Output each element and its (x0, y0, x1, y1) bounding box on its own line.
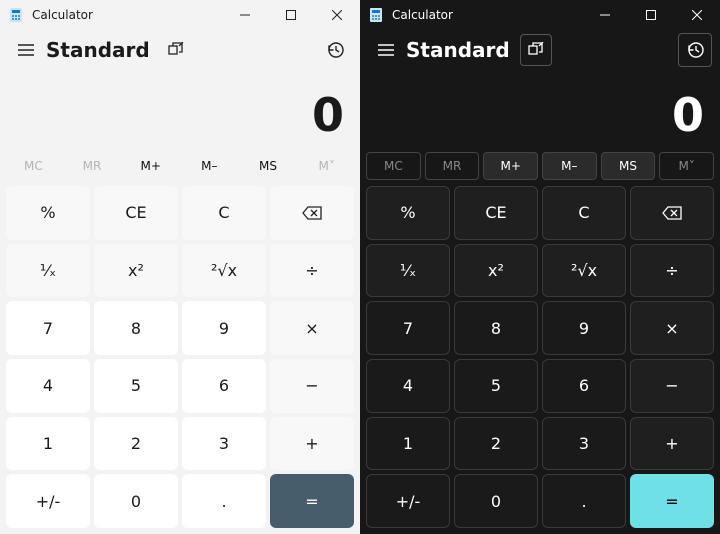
titlebar: Calculator (0, 0, 360, 30)
digit-1-button[interactable]: 1 (366, 417, 450, 471)
digit-2-button[interactable]: 2 (94, 417, 178, 471)
history-icon[interactable] (318, 33, 352, 67)
equals-button[interactable]: = (630, 474, 714, 528)
digit-7-button[interactable]: 7 (366, 301, 450, 355)
digit-5-button[interactable]: 5 (454, 359, 538, 413)
keypad: % CE C ¹⁄ₓ x² ²√x ÷ 7 8 9 × 4 5 6 − 1 2 … (360, 186, 720, 534)
backspace-button[interactable] (630, 186, 714, 240)
maximize-button[interactable] (268, 0, 314, 30)
history-icon[interactable] (678, 33, 712, 67)
memory-sub-button[interactable]: M– (542, 152, 597, 180)
equals-button[interactable]: = (270, 474, 354, 528)
reciprocal-button[interactable]: ¹⁄ₓ (366, 244, 450, 298)
memory-store-button[interactable]: MS (241, 152, 296, 180)
clear-entry-button[interactable]: CE (454, 186, 538, 240)
clear-button[interactable]: C (182, 186, 266, 240)
divide-button[interactable]: ÷ (630, 244, 714, 298)
calculator-window-dark: Calculator Standard 0 MC MR M+ M– MS M˅ … (360, 0, 720, 534)
memory-list-button[interactable]: M˅ (299, 152, 354, 180)
backspace-icon (302, 206, 322, 220)
sqrt-button[interactable]: ²√x (542, 244, 626, 298)
digit-6-button[interactable]: 6 (542, 359, 626, 413)
digit-0-button[interactable]: 0 (94, 474, 178, 528)
multiply-button[interactable]: × (270, 301, 354, 355)
digit-3-button[interactable]: 3 (182, 417, 266, 471)
digit-8-button[interactable]: 8 (94, 301, 178, 355)
memory-add-button[interactable]: M+ (123, 152, 178, 180)
digit-0-button[interactable]: 0 (454, 474, 538, 528)
digit-6-button[interactable]: 6 (182, 359, 266, 413)
memory-clear-button[interactable]: MC (6, 152, 61, 180)
digit-9-button[interactable]: 9 (182, 301, 266, 355)
memory-clear-button[interactable]: MC (366, 152, 421, 180)
sqrt-button[interactable]: ²√x (182, 244, 266, 298)
percent-button[interactable]: % (366, 186, 450, 240)
memory-recall-button[interactable]: MR (425, 152, 480, 180)
app-title: Calculator (392, 8, 453, 22)
reciprocal-button[interactable]: ¹⁄ₓ (6, 244, 90, 298)
subtract-button[interactable]: − (630, 359, 714, 413)
memory-add-button[interactable]: M+ (483, 152, 538, 180)
negate-button[interactable]: +/- (366, 474, 450, 528)
calculator-window-light: Calculator Standard 0 MC MR M+ M– MS M˅ … (0, 0, 360, 534)
backspace-button[interactable] (270, 186, 354, 240)
digit-4-button[interactable]: 4 (366, 359, 450, 413)
digit-2-button[interactable]: 2 (454, 417, 538, 471)
mode-label: Standard (46, 38, 150, 62)
clear-entry-button[interactable]: CE (94, 186, 178, 240)
calculator-app-icon (8, 7, 24, 23)
close-button[interactable] (674, 0, 720, 30)
square-button[interactable]: x² (94, 244, 178, 298)
result-display: 0 (360, 70, 720, 152)
always-on-top-icon[interactable] (520, 34, 552, 66)
header: Standard (0, 30, 360, 70)
maximize-button[interactable] (628, 0, 674, 30)
calculator-app-icon (368, 7, 384, 23)
decimal-button[interactable]: . (182, 474, 266, 528)
header: Standard (360, 30, 720, 70)
subtract-button[interactable]: − (270, 359, 354, 413)
divide-button[interactable]: ÷ (270, 244, 354, 298)
digit-9-button[interactable]: 9 (542, 301, 626, 355)
memory-row: MC MR M+ M– MS M˅ (360, 152, 720, 186)
multiply-button[interactable]: × (630, 301, 714, 355)
close-button[interactable] (314, 0, 360, 30)
mode-label: Standard (406, 38, 510, 62)
add-button[interactable]: + (270, 417, 354, 471)
result-display: 0 (0, 70, 360, 152)
keypad: % CE C ¹⁄ₓ x² ²√x ÷ 7 8 9 × 4 5 6 − 1 2 … (0, 186, 360, 534)
memory-recall-button[interactable]: MR (65, 152, 120, 180)
digit-5-button[interactable]: 5 (94, 359, 178, 413)
add-button[interactable]: + (630, 417, 714, 471)
minimize-button[interactable] (222, 0, 268, 30)
digit-3-button[interactable]: 3 (542, 417, 626, 471)
minimize-button[interactable] (582, 0, 628, 30)
clear-button[interactable]: C (542, 186, 626, 240)
always-on-top-icon[interactable] (160, 34, 192, 66)
hamburger-menu-icon[interactable] (368, 32, 404, 68)
digit-8-button[interactable]: 8 (454, 301, 538, 355)
app-title: Calculator (32, 8, 93, 22)
memory-row: MC MR M+ M– MS M˅ (0, 152, 360, 186)
memory-store-button[interactable]: MS (601, 152, 656, 180)
memory-list-button[interactable]: M˅ (659, 152, 714, 180)
digit-4-button[interactable]: 4 (6, 359, 90, 413)
square-button[interactable]: x² (454, 244, 538, 298)
memory-sub-button[interactable]: M– (182, 152, 237, 180)
titlebar: Calculator (360, 0, 720, 30)
backspace-icon (662, 206, 682, 220)
hamburger-menu-icon[interactable] (8, 32, 44, 68)
digit-7-button[interactable]: 7 (6, 301, 90, 355)
decimal-button[interactable]: . (542, 474, 626, 528)
digit-1-button[interactable]: 1 (6, 417, 90, 471)
percent-button[interactable]: % (6, 186, 90, 240)
negate-button[interactable]: +/- (6, 474, 90, 528)
